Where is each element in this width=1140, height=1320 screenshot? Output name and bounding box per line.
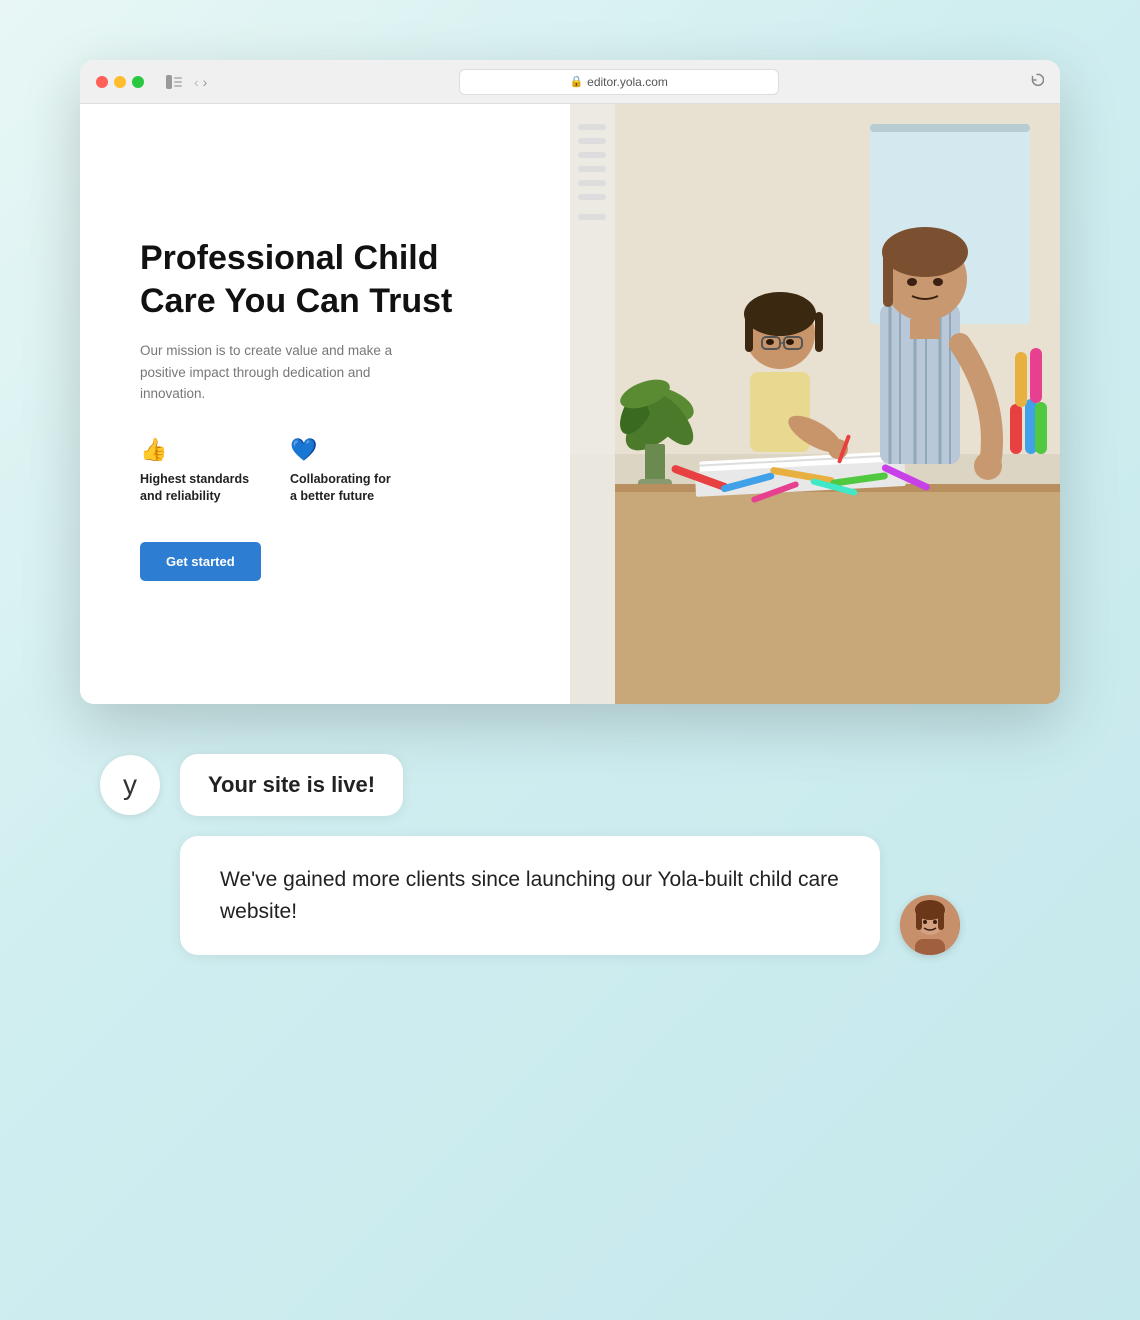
close-button[interactable] — [96, 76, 108, 88]
feature-2-label: Collaborating for a better future — [290, 471, 400, 506]
website-content: Professional Child Care You Can Trust Ou… — [80, 104, 1060, 704]
heart-icon: 💙 — [290, 437, 400, 463]
testimonial-row: We've gained more clients since launchin… — [100, 836, 1040, 955]
notification-row-1: y Your site is live! — [100, 754, 1040, 816]
get-started-button[interactable]: Get started — [140, 542, 261, 581]
lock-icon: 🔒 — [569, 75, 583, 88]
url-text: editor.yola.com — [587, 75, 668, 89]
sidebar-icon[interactable] — [166, 75, 182, 89]
thumbsup-icon: 👍 — [140, 437, 250, 463]
left-panel: Professional Child Care You Can Trust Ou… — [80, 104, 570, 704]
hero-subtitle: Our mission is to create value and make … — [140, 340, 430, 405]
yola-avatar: y — [100, 755, 160, 815]
feature-1-label: Highest standards and reliability — [140, 471, 250, 506]
forward-button[interactable]: › — [203, 74, 208, 90]
notification-bubble: Your site is live! — [180, 754, 403, 816]
notifications-area: y Your site is live! We've gained more c… — [80, 754, 1060, 955]
traffic-lights — [96, 76, 144, 88]
user-avatar — [900, 895, 960, 955]
address-bar[interactable]: 🔒 editor.yola.com — [459, 69, 779, 95]
testimonial-bubble: We've gained more clients since launchin… — [180, 836, 880, 955]
features-row: 👍 Highest standards and reliability 💙 Co… — [140, 437, 520, 506]
yola-letter: y — [123, 769, 137, 801]
browser-window: ‹ › 🔒 editor.yola.com Professional Child… — [80, 60, 1060, 704]
back-button[interactable]: ‹ — [194, 74, 199, 90]
feature-2: 💙 Collaborating for a better future — [290, 437, 400, 506]
testimonial-text: We've gained more clients since launchin… — [220, 868, 839, 923]
notification-text: Your site is live! — [208, 772, 375, 797]
hero-title: Professional Child Care You Can Trust — [140, 237, 520, 322]
browser-toolbar: ‹ › 🔒 editor.yola.com — [80, 60, 1060, 104]
minimize-button[interactable] — [114, 76, 126, 88]
maximize-button[interactable] — [132, 76, 144, 88]
feature-1: 👍 Highest standards and reliability — [140, 437, 250, 506]
reload-button[interactable] — [1030, 73, 1044, 90]
nav-arrows: ‹ › — [194, 74, 207, 90]
hero-image — [570, 104, 1060, 704]
